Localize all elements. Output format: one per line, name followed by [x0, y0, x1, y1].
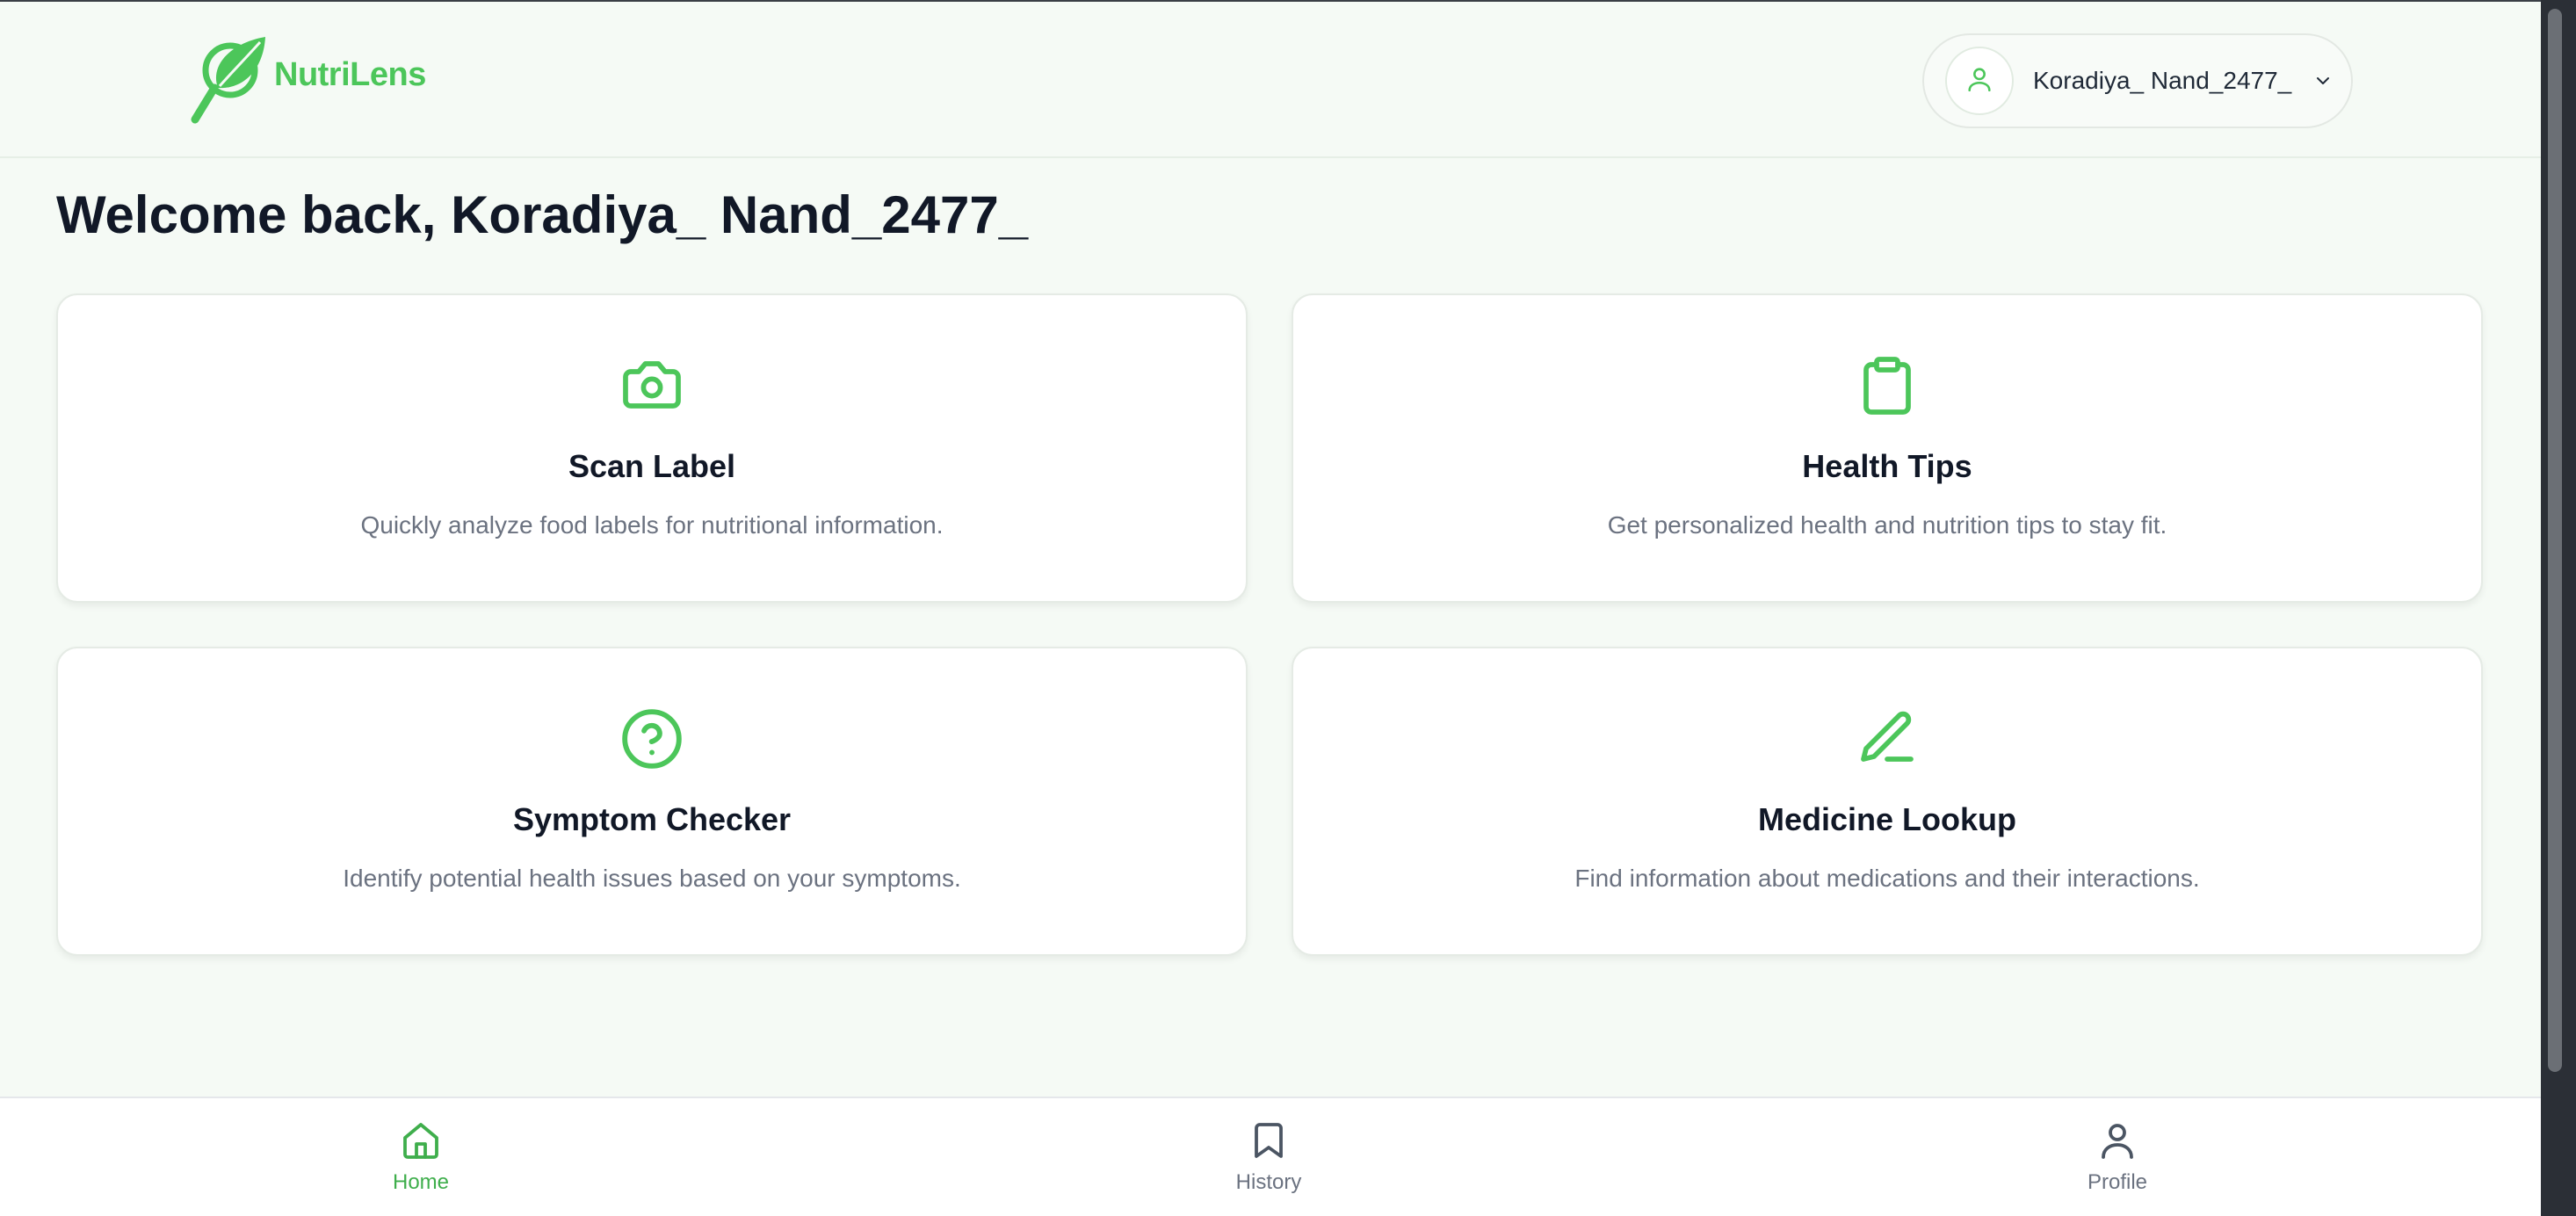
user-icon — [1965, 64, 1994, 98]
scan-label-card[interactable]: Scan Label Quickly analyze food labels f… — [56, 293, 1248, 603]
brand-name: NutriLens — [274, 56, 426, 93]
bottom-nav: Home History Profile — [0, 1097, 2541, 1216]
nav-label: Profile — [2087, 1170, 2148, 1194]
health-tips-card[interactable]: Health Tips Get personalized health and … — [1292, 293, 2483, 603]
scrollbar[interactable] — [2541, 0, 2576, 1216]
card-description: Quickly analyze food labels for nutritio… — [360, 511, 944, 539]
pen-icon — [1856, 706, 1919, 770]
avatar — [1945, 47, 2014, 115]
card-title: Symptom Checker — [512, 801, 792, 837]
card-title: Scan Label — [568, 448, 736, 484]
brand-logo[interactable]: NutriLens — [190, 33, 426, 129]
help-circle-icon — [619, 706, 684, 770]
nav-history[interactable]: History — [1181, 1119, 1357, 1195]
symptom-checker-card[interactable]: Symptom Checker Identify potential healt… — [56, 647, 1248, 956]
nav-label: Home — [392, 1170, 450, 1194]
user-menu-button[interactable]: Koradiya_ Nand_2477_ — [1922, 33, 2353, 128]
scrollbar-thumb[interactable] — [2548, 9, 2562, 1072]
app-window: NutriLens Koradiya_ Nand_2477_ Welcome b… — [0, 0, 2541, 1216]
card-title: Medicine Lookup — [1757, 801, 2016, 837]
user-name: Koradiya_ Nand_2477_ — [2033, 67, 2292, 94]
nav-home[interactable]: Home — [333, 1119, 509, 1195]
clipboard-icon — [1856, 353, 1919, 416]
chevron-down-icon — [2312, 70, 2334, 91]
bookmark-icon — [1248, 1119, 1290, 1163]
nav-label: History — [1235, 1170, 1302, 1194]
leaf-magnifier-icon — [190, 33, 271, 129]
card-description: Identify potential health issues based o… — [343, 865, 961, 892]
nav-profile[interactable]: Profile — [2030, 1119, 2205, 1195]
medicine-lookup-card[interactable]: Medicine Lookup Find information about m… — [1292, 647, 2483, 956]
user-icon — [2096, 1119, 2138, 1163]
page-title: Welcome back, Koradiya_ Nand_2477_ — [56, 185, 1029, 244]
card-description: Get personalized health and nutrition ti… — [1607, 511, 2167, 539]
home-icon — [400, 1119, 442, 1163]
card-title: Health Tips — [1802, 448, 1972, 484]
card-description: Find information about medications and t… — [1574, 865, 2200, 892]
top-header: NutriLens Koradiya_ Nand_2477_ — [0, 2, 2541, 158]
camera-icon — [619, 353, 685, 416]
